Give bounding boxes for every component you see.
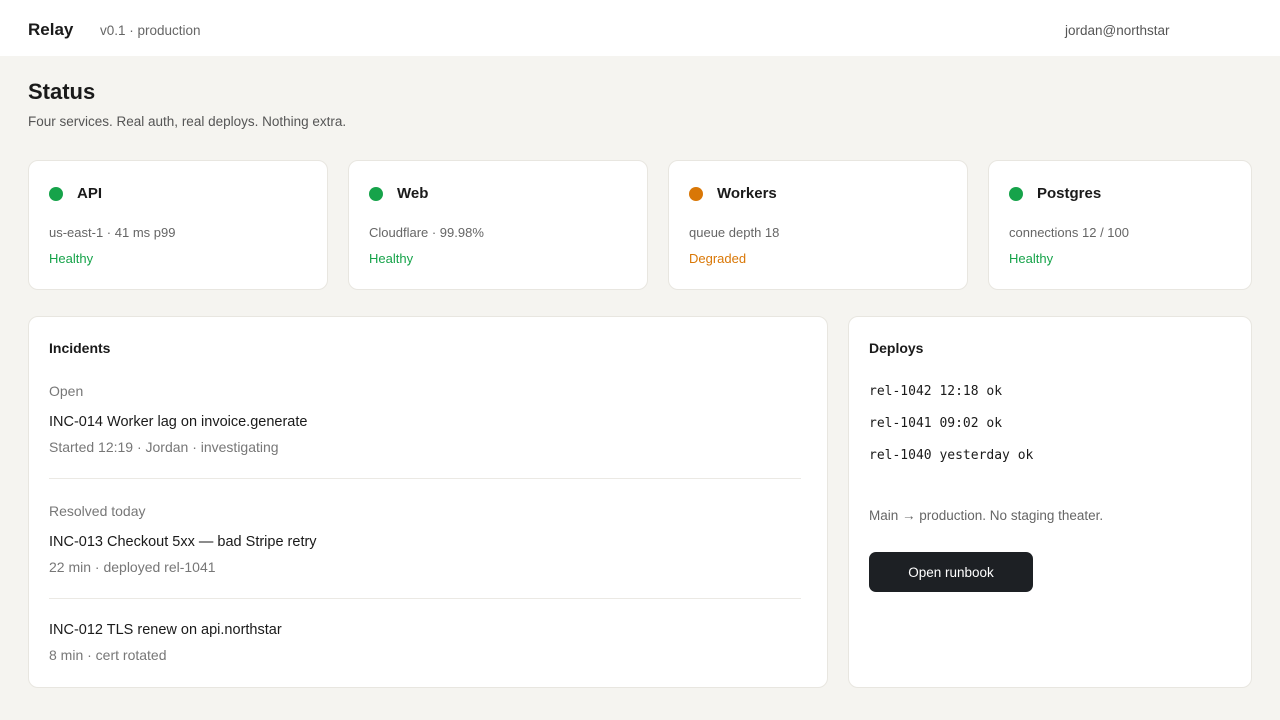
status-dot-icon	[369, 187, 383, 201]
service-card-web[interactable]: Web Cloudflare · 99.98% Healthy	[348, 160, 648, 290]
service-name: API	[77, 185, 103, 202]
deploys-title: Deploys	[869, 340, 924, 356]
resolved-incidents-label: Resolved today	[49, 503, 146, 519]
top-bar: Relay v0.1 · production jordan@northstar	[0, 0, 1280, 56]
divider	[49, 478, 801, 479]
open-incidents-label: Open	[49, 383, 84, 399]
divider	[49, 598, 801, 599]
service-status: Degraded	[689, 251, 747, 266]
open-runbook-button[interactable]: Open runbook	[869, 552, 1033, 592]
deploy-note: Main → production. No staging theater.	[869, 508, 1104, 523]
deploys-panel: Deploys rel-1042 12:18 ok rel-1041 09:02…	[848, 316, 1252, 688]
service-detail: queue depth 18	[689, 225, 780, 240]
incidents-panel: Incidents Open INC-014 Worker lag on inv…	[28, 316, 828, 688]
incident-title[interactable]: INC-014 Worker lag on invoice.generate	[49, 414, 307, 430]
service-status: Healthy	[1009, 251, 1054, 266]
page-subtitle: Four services. Real auth, real deploys. …	[28, 114, 347, 129]
incident-title[interactable]: INC-013 Checkout 5xx — bad Stripe retry	[49, 534, 317, 550]
incident-meta: Started 12:19 · Jordan · investigating	[49, 439, 279, 455]
brand-logo[interactable]: Relay	[28, 20, 73, 40]
service-name: Workers	[717, 185, 777, 202]
incident-title[interactable]: INC-012 TLS renew on api.northstar	[49, 622, 282, 638]
version-label: v0.1 · production	[100, 23, 201, 38]
service-detail: Cloudflare · 99.98%	[369, 225, 484, 240]
service-card-workers[interactable]: Workers queue depth 18 Degraded	[668, 160, 968, 290]
incident-meta: 22 min · deployed rel-1041	[49, 559, 216, 575]
service-card-api[interactable]: API us-east-1 · 41 ms p99 Healthy	[28, 160, 328, 290]
incidents-title: Incidents	[49, 340, 111, 356]
incident-meta: 8 min · cert rotated	[49, 647, 167, 663]
service-detail: us-east-1 · 41 ms p99	[49, 225, 176, 240]
service-status: Healthy	[369, 251, 414, 266]
service-status: Healthy	[49, 251, 94, 266]
deploy-row[interactable]: rel-1041 09:02 ok	[869, 416, 1002, 431]
user-account[interactable]: jordan@northstar	[1065, 23, 1170, 38]
status-dot-icon	[689, 187, 703, 201]
status-dot-icon	[1009, 187, 1023, 201]
page-title: Status	[28, 79, 96, 104]
service-name: Postgres	[1037, 185, 1102, 202]
service-name: Web	[397, 185, 429, 202]
service-detail: connections 12 / 100	[1009, 225, 1129, 240]
service-card-postgres[interactable]: Postgres connections 12 / 100 Healthy	[988, 160, 1252, 290]
deploy-row[interactable]: rel-1040 yesterday ok	[869, 448, 1033, 463]
deploy-row[interactable]: rel-1042 12:18 ok	[869, 384, 1002, 399]
status-dot-icon	[49, 187, 63, 201]
